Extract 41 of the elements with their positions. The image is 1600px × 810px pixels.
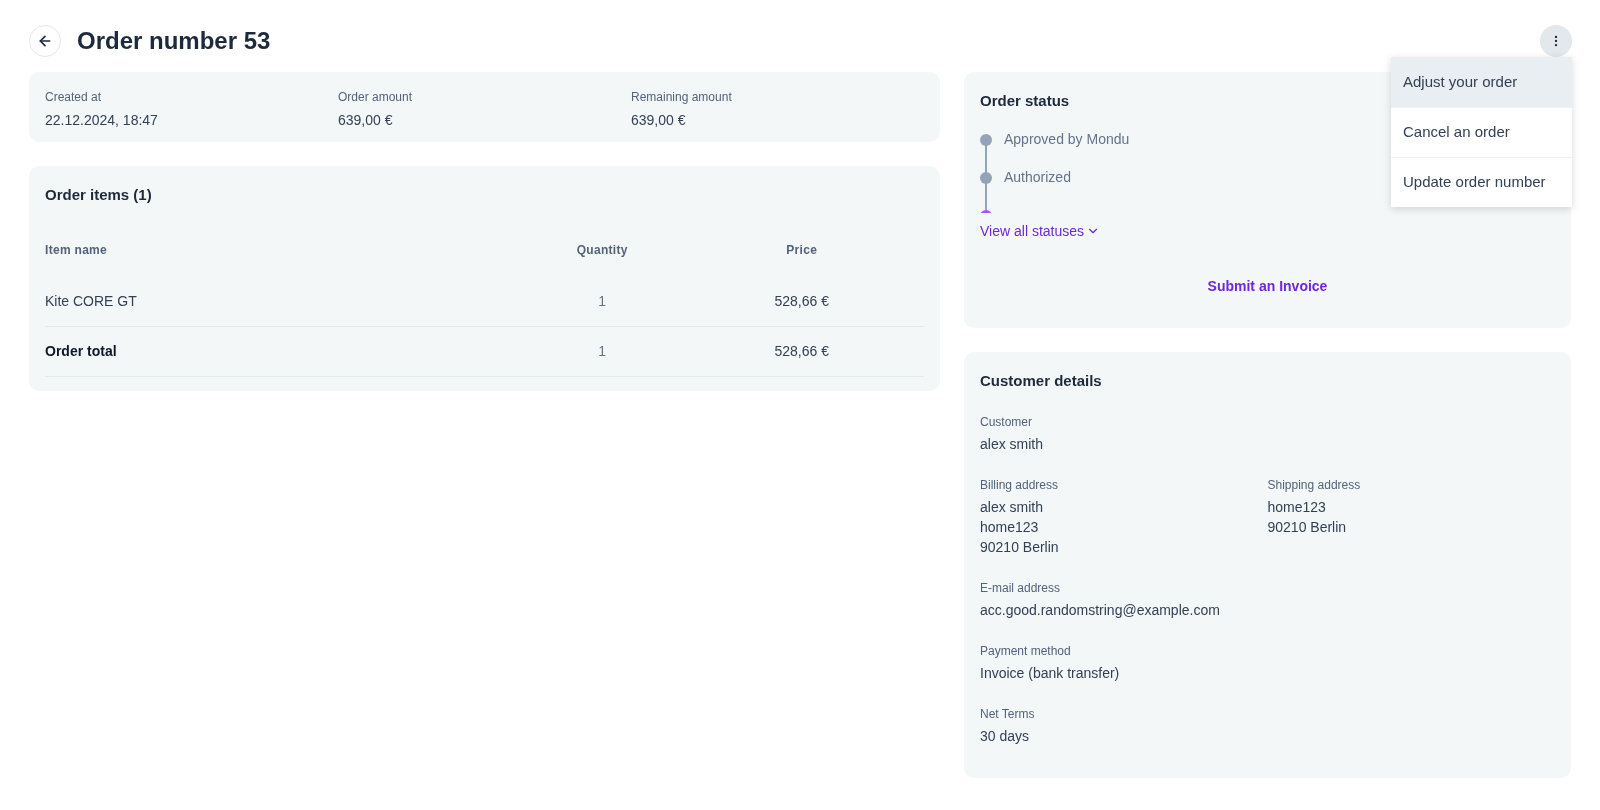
field-value: alex smith (980, 434, 1045, 454)
status-label: Authorized (1004, 168, 1071, 187)
field-value: home123 (980, 517, 1040, 537)
table-cell-text: 1 (597, 341, 608, 361)
field-label: Customer (980, 413, 1033, 431)
field-value: 639,00 € (338, 111, 394, 130)
field-value: acc.good.randomstring@example.com (980, 600, 1221, 620)
field-value: 90210 Berlin (980, 537, 1060, 557)
column-header: Quantity (575, 241, 629, 259)
card-title: Order status (980, 91, 1071, 111)
menu-item[interactable]: Adjust your order (1391, 57, 1572, 107)
card-title: Customer details (980, 371, 1103, 391)
column-header: Item name (45, 241, 109, 259)
page-title: Order number 53 (77, 26, 271, 56)
field-label: Order amount (338, 89, 414, 106)
field-value: 22.12.2024, 18:47 (45, 111, 159, 130)
menu-item[interactable]: Cancel an order (1391, 107, 1572, 157)
field-label: Payment method (980, 642, 1072, 660)
field-label: Billing address (980, 476, 1060, 494)
table-cell-text: 528,66 € (773, 291, 830, 311)
table-cell-text: Order total (45, 341, 118, 361)
field-value: Invoice (bank transfer) (980, 663, 1121, 683)
field-value: 639,00 € (631, 111, 687, 130)
status-label: Approved by Mondu (1004, 130, 1130, 149)
field-label: Remaining amount (631, 89, 733, 106)
field-value: alex smith (980, 497, 1045, 517)
table-cell-text: 528,66 € (773, 341, 830, 361)
menu-item[interactable]: Update order number (1391, 157, 1572, 207)
field-label: Shipping address (1267, 476, 1362, 494)
field-label: E-mail address (980, 579, 1062, 597)
table-cell-text: 1 (597, 291, 608, 311)
column-header: Price (785, 241, 819, 259)
table-cell-text: Kite CORE GT (45, 291, 138, 311)
view-all-statuses-link[interactable]: View all statuses (980, 220, 1100, 242)
card-title: Order items (1) (45, 185, 153, 205)
field-label: Net Terms (980, 705, 1036, 723)
field-value: home123 (1267, 497, 1327, 517)
field-value: 30 days (980, 726, 1031, 746)
field-value: 90210 Berlin (1267, 517, 1348, 537)
field-label: Created at (45, 89, 103, 106)
submit-invoice-link[interactable]: Submit an Invoice (1207, 275, 1328, 297)
